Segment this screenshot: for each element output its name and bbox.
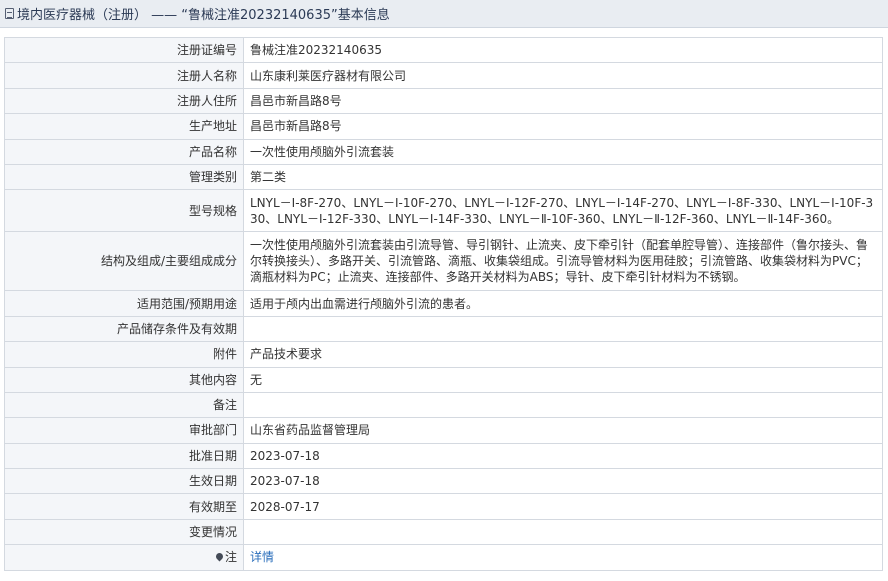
field-value: 鲁械注准20232140635 [243, 36, 883, 64]
table-row: 型号规格 LNYL－Ⅰ-8F-270、LNYL－Ⅰ-10F-270、LNYL－Ⅰ… [4, 189, 883, 233]
field-value: LNYL－Ⅰ-8F-270、LNYL－Ⅰ-10F-270、LNYL－Ⅰ-12F-… [243, 189, 883, 233]
table-row: 注册人名称 山东康利莱医疗器材有限公司 [4, 62, 883, 89]
field-value: 2023-07-18 [243, 442, 883, 470]
field-label: 注册人名称 [4, 62, 244, 89]
field-label: 其他内容 [4, 366, 244, 393]
table-row: 结构及组成/主要组成成分 一次性使用颅脑外引流套装由引流导管、导引钢针、止流夹、… [4, 231, 883, 292]
field-value: 无 [243, 366, 883, 393]
field-value: 昌邑市新昌路8号 [243, 113, 883, 140]
table-row: 生产地址 昌邑市新昌路8号 [4, 113, 883, 140]
note-value: 详情 [243, 544, 883, 571]
field-value: 第二类 [243, 163, 883, 191]
field-value [243, 518, 883, 546]
field-label: 产品储存条件及有效期 [4, 315, 244, 343]
field-value [243, 315, 883, 343]
table-row: 附件 产品技术要求 [4, 341, 883, 368]
table-row: 产品名称 一次性使用颅脑外引流套装 [4, 138, 883, 165]
table-row: 注册证编号 鲁械注准20232140635 [4, 36, 883, 64]
field-label: 有效期至 [4, 493, 244, 520]
table-row: 生效日期 2023-07-18 [4, 468, 883, 495]
table-row: 有效期至 2028-07-17 [4, 493, 883, 520]
field-label: 管理类别 [4, 163, 244, 191]
field-value: 适用于颅内出血需进行颅脑外引流的患者。 [243, 290, 883, 317]
field-label: 注册人住所 [4, 87, 244, 115]
field-label: 生效日期 [4, 468, 244, 495]
field-label: 生产地址 [4, 113, 244, 140]
table-row: 变更情况 [4, 518, 883, 546]
table-row: 批准日期 2023-07-18 [4, 442, 883, 470]
field-label: 备注 [4, 391, 244, 419]
field-value: 一次性使用颅脑外引流套装由引流导管、导引钢针、止流夹、皮下牵引针（配套单腔导管）… [243, 231, 883, 292]
table-row: 注册人住所 昌邑市新昌路8号 [4, 87, 883, 115]
field-value: 2028-07-17 [243, 493, 883, 520]
table-row: 审批部门 山东省药品监督管理局 [4, 417, 883, 444]
field-label: 结构及组成/主要组成成分 [4, 231, 244, 292]
field-value: 山东康利莱医疗器材有限公司 [243, 62, 883, 89]
document-icon [5, 8, 14, 19]
table-row: 注 详情 [4, 544, 883, 571]
note-label: 注 [4, 544, 244, 571]
field-label: 适用范围/预期用途 [4, 290, 244, 317]
field-value: 2023-07-18 [243, 468, 883, 495]
field-value [243, 391, 883, 419]
detail-table: 注册证编号 鲁械注准20232140635 注册人名称 山东康利莱医疗器材有限公… [4, 36, 883, 571]
field-label: 产品名称 [4, 138, 244, 165]
field-label: 型号规格 [4, 189, 244, 233]
table-row: 备注 [4, 391, 883, 419]
table-row: 产品储存条件及有效期 [4, 315, 883, 343]
field-value: 一次性使用颅脑外引流套装 [243, 138, 883, 165]
table-row: 其他内容 无 [4, 366, 883, 393]
details-link[interactable]: 详情 [250, 550, 274, 564]
field-label: 批准日期 [4, 442, 244, 470]
table-row: 适用范围/预期用途 适用于颅内出血需进行颅脑外引流的患者。 [4, 290, 883, 317]
field-label: 注册证编号 [4, 36, 244, 64]
table-row: 管理类别 第二类 [4, 163, 883, 191]
field-label: 审批部门 [4, 417, 244, 444]
field-value: 昌邑市新昌路8号 [243, 87, 883, 115]
page-title: 境内医疗器械（注册） —— “鲁械注准20232140635”基本信息 [17, 8, 390, 23]
location-pin-icon [214, 551, 225, 562]
field-value: 产品技术要求 [243, 341, 883, 368]
page-header: 境内医疗器械（注册） —— “鲁械注准20232140635”基本信息 [0, 0, 888, 28]
field-label: 变更情况 [4, 518, 244, 546]
field-label: 附件 [4, 341, 244, 368]
field-value: 山东省药品监督管理局 [243, 417, 883, 444]
note-label-text: 注 [224, 550, 237, 565]
